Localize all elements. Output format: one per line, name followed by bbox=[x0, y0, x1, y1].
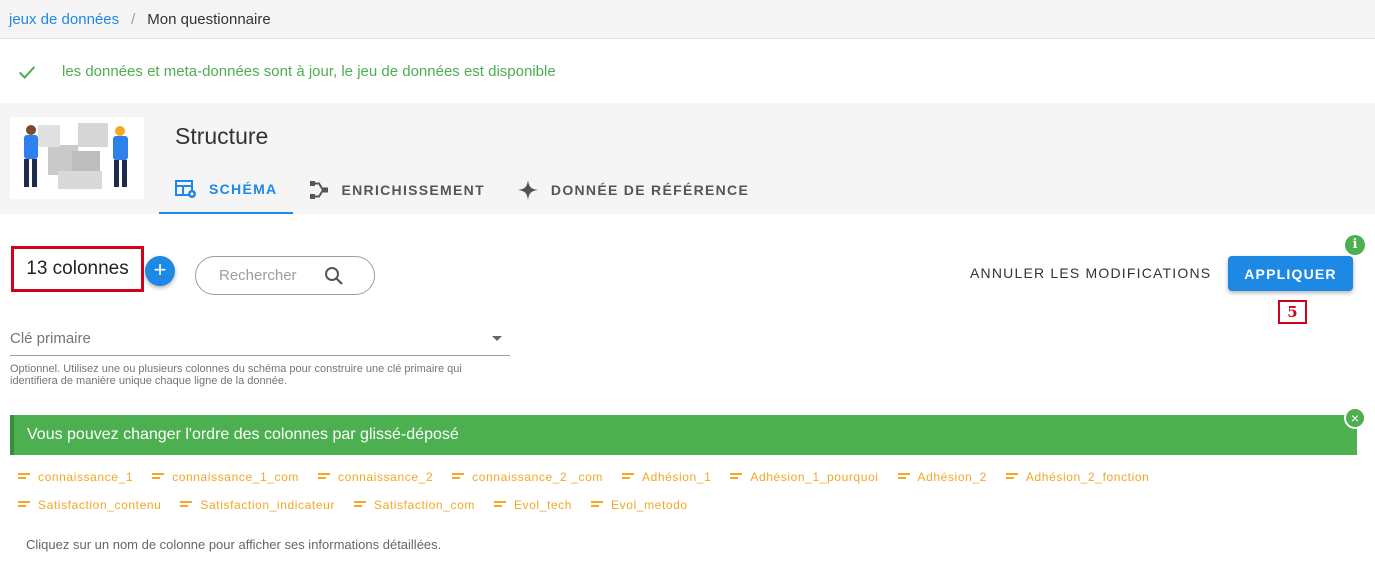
search-input[interactable] bbox=[219, 267, 324, 284]
drag-handle-icon[interactable] bbox=[152, 473, 165, 481]
search-icon[interactable] bbox=[324, 266, 344, 286]
info-icon[interactable]: i bbox=[1345, 235, 1365, 255]
column-chip-label: Evol_metodo bbox=[611, 498, 688, 512]
column-chip-label: Adhésion_1 bbox=[641, 470, 712, 484]
search-box[interactable] bbox=[195, 256, 375, 295]
column-chip[interactable]: Adhésion_2_fonction bbox=[1005, 470, 1150, 484]
breadcrumb-datasets-link[interactable]: jeux de données bbox=[9, 11, 119, 28]
column-chip-label: Adhésion_1_pourquoi bbox=[750, 470, 879, 484]
merge-icon bbox=[310, 180, 329, 199]
footer-hint: Cliquez sur un nom de colonne pour affic… bbox=[26, 537, 442, 552]
structure-header: Structure SCHÉMA ENRICHISSEMENT DONNÉE D… bbox=[0, 103, 1375, 214]
tab-schema[interactable]: SCHÉMA bbox=[159, 165, 294, 214]
page-title: Structure bbox=[175, 123, 269, 149]
column-chip-label: connaissance_1 bbox=[38, 470, 134, 484]
drag-handle-icon[interactable] bbox=[621, 473, 634, 481]
banner-text: Vous pouvez changer l'ordre des colonnes… bbox=[27, 426, 459, 443]
tab-schema-label: SCHÉMA bbox=[209, 180, 278, 197]
column-chip[interactable]: connaissance_2 bbox=[318, 470, 433, 484]
drag-handle-icon[interactable] bbox=[318, 473, 331, 481]
caret-down-icon bbox=[492, 336, 502, 341]
column-chip[interactable]: Adhésion_1 bbox=[621, 470, 712, 484]
column-count: 13 colonnes bbox=[11, 246, 144, 292]
column-chip[interactable]: connaissance_2 _com bbox=[452, 470, 603, 484]
column-chip[interactable]: Satisfaction_com bbox=[353, 498, 475, 512]
drag-handle-icon[interactable] bbox=[18, 501, 30, 509]
column-chip-label: Evol_tech bbox=[513, 498, 573, 512]
drag-handle-icon[interactable] bbox=[353, 501, 366, 509]
tab-donnee-reference-label: DONNÉE DE RÉFÉRENCE bbox=[550, 181, 750, 198]
column-chip-label: connaissance_2 _com bbox=[472, 470, 603, 484]
column-chip-label: Satisfaction_com bbox=[373, 498, 475, 512]
tab-enrichissement-label: ENRICHISSEMENT bbox=[341, 181, 485, 198]
sparkle-icon bbox=[517, 179, 538, 200]
drag-handle-icon[interactable] bbox=[180, 501, 193, 509]
column-chip[interactable]: Satisfaction_contenu bbox=[18, 498, 161, 512]
drag-handle-icon[interactable] bbox=[18, 473, 30, 481]
column-chip[interactable]: connaissance_1 bbox=[18, 470, 133, 484]
tab-bar: SCHÉMA ENRICHISSEMENT DONNÉE DE RÉFÉRENC… bbox=[159, 165, 765, 214]
column-chip[interactable]: connaissance_1_com bbox=[152, 470, 299, 484]
check-icon bbox=[18, 65, 36, 79]
column-chip[interactable]: Satisfaction_indicateur bbox=[180, 498, 335, 512]
primary-key-select[interactable]: Clé primaire bbox=[10, 322, 510, 356]
cancel-changes-button[interactable]: ANNULER LES MODIFICATIONS bbox=[960, 256, 1221, 290]
drag-handle-icon[interactable] bbox=[897, 473, 910, 481]
tab-donnee-reference[interactable]: DONNÉE DE RÉFÉRENCE bbox=[501, 165, 765, 214]
column-chip[interactable]: Adhésion_1_pourquoi bbox=[730, 470, 878, 484]
breadcrumb: jeux de données / Mon questionnaire bbox=[0, 0, 1375, 39]
column-chip-label: connaissance_1_com bbox=[172, 470, 300, 484]
drag-handle-icon[interactable] bbox=[452, 473, 465, 481]
table-settings-icon bbox=[175, 179, 196, 198]
drag-handle-icon[interactable] bbox=[730, 473, 743, 481]
column-chip-label: connaissance_2 bbox=[338, 470, 434, 484]
status-text: les données et meta-données sont à jour,… bbox=[62, 63, 556, 80]
column-chip-label: Satisfaction_indicateur bbox=[200, 498, 335, 512]
column-chip-label: Adhésion_2 bbox=[917, 470, 987, 484]
primary-key-hint: Optionnel. Utilisez une ou plusieurs col… bbox=[10, 363, 462, 387]
breadcrumb-current: Mon questionnaire bbox=[147, 10, 271, 28]
close-icon[interactable]: × bbox=[1344, 407, 1366, 429]
column-chip[interactable]: Adhésion_2 bbox=[897, 470, 987, 484]
column-list: connaissance_1 connaissance_1_com connaiss… bbox=[18, 463, 1358, 519]
column-chip[interactable]: Evol_metodo bbox=[591, 498, 688, 512]
apply-button[interactable]: APPLIQUER bbox=[1228, 256, 1353, 291]
status-bar: les données et meta-données sont à jour,… bbox=[0, 40, 1375, 103]
add-column-button[interactable]: + bbox=[145, 256, 175, 286]
step-badge: 5 bbox=[1278, 300, 1307, 324]
drag-handle-icon[interactable] bbox=[493, 501, 506, 509]
column-chip-label: Satisfaction_contenu bbox=[38, 498, 162, 512]
breadcrumb-separator: / bbox=[131, 10, 136, 28]
drag-drop-banner: Vous pouvez changer l'ordre des colonnes… bbox=[10, 415, 1357, 455]
drag-handle-icon[interactable] bbox=[1005, 473, 1018, 481]
puzzle-illustration bbox=[10, 117, 144, 199]
tab-enrichissement[interactable]: ENRICHISSEMENT bbox=[293, 165, 500, 214]
primary-key-placeholder: Clé primaire bbox=[10, 330, 91, 347]
column-chip[interactable]: Evol_tech bbox=[493, 498, 573, 512]
column-row: Satisfaction_contenu Satisfaction_indicat… bbox=[18, 491, 1358, 519]
column-row: connaissance_1 connaissance_1_com connaiss… bbox=[18, 463, 1358, 491]
primary-key-section: Clé primaire Optionnel. Utilisez une ou … bbox=[10, 322, 510, 387]
column-chip-label: Adhésion_2_fonction bbox=[1025, 470, 1150, 484]
drag-handle-icon[interactable] bbox=[591, 501, 604, 509]
